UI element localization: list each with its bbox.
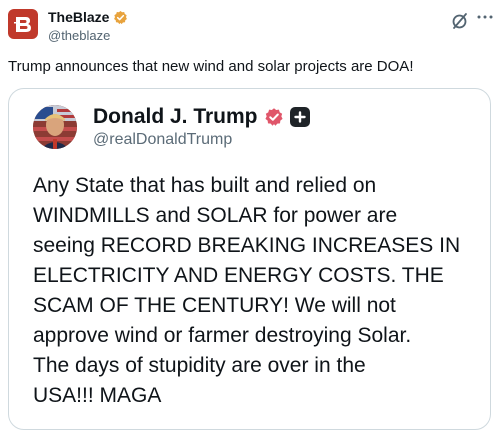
embed-avatar [33,105,77,149]
embed-post-text: Any State that has built and relied on W… [33,171,483,411]
more-options-icon[interactable] [476,8,494,26]
grok-icon[interactable] [451,12,469,30]
embed-text-line: USA!!! MAGA [33,384,162,407]
embed-text-line: approve wind or farmer destroying Solar. [33,324,412,347]
embedded-post-card[interactable]: Donald J. Trump @realDonaldTrump Any Sta… [8,88,491,430]
truth-verified-badge-icon [264,107,284,127]
embed-author-handle[interactable]: @realDonaldTrump [93,131,232,149]
embed-text-line: ELECTRICITY AND ENERGY COSTS. THE [33,264,444,287]
author-handle[interactable]: @theblaze [48,28,110,43]
gold-verified-badge-icon [113,10,128,25]
tweet-text: Trump announces that new wind and solar … [8,58,414,75]
embed-text-line: The days of stupidity are over in the [33,354,366,377]
embed-text-line: WINDMILLS and SOLAR for power are [33,204,398,227]
embed-name-row: Donald J. Trump [93,105,310,129]
embed-text-line: Any State that has built and relied on [33,174,377,197]
embed-text-line: seeing RECORD BREAKING INCREASES IN [33,234,461,257]
author-name-row: TheBlaze [48,9,128,25]
theblaze-logo-icon[interactable] [8,9,38,39]
tweet: TheBlaze @theblaze Trump announces that … [0,0,500,439]
plus-badge-icon [289,107,310,127]
embed-author-name[interactable]: Donald J. Trump [93,105,258,129]
embed-text-line: SCAM OF THE CENTURY! We will not [33,294,396,317]
author-name[interactable]: TheBlaze [48,9,109,25]
